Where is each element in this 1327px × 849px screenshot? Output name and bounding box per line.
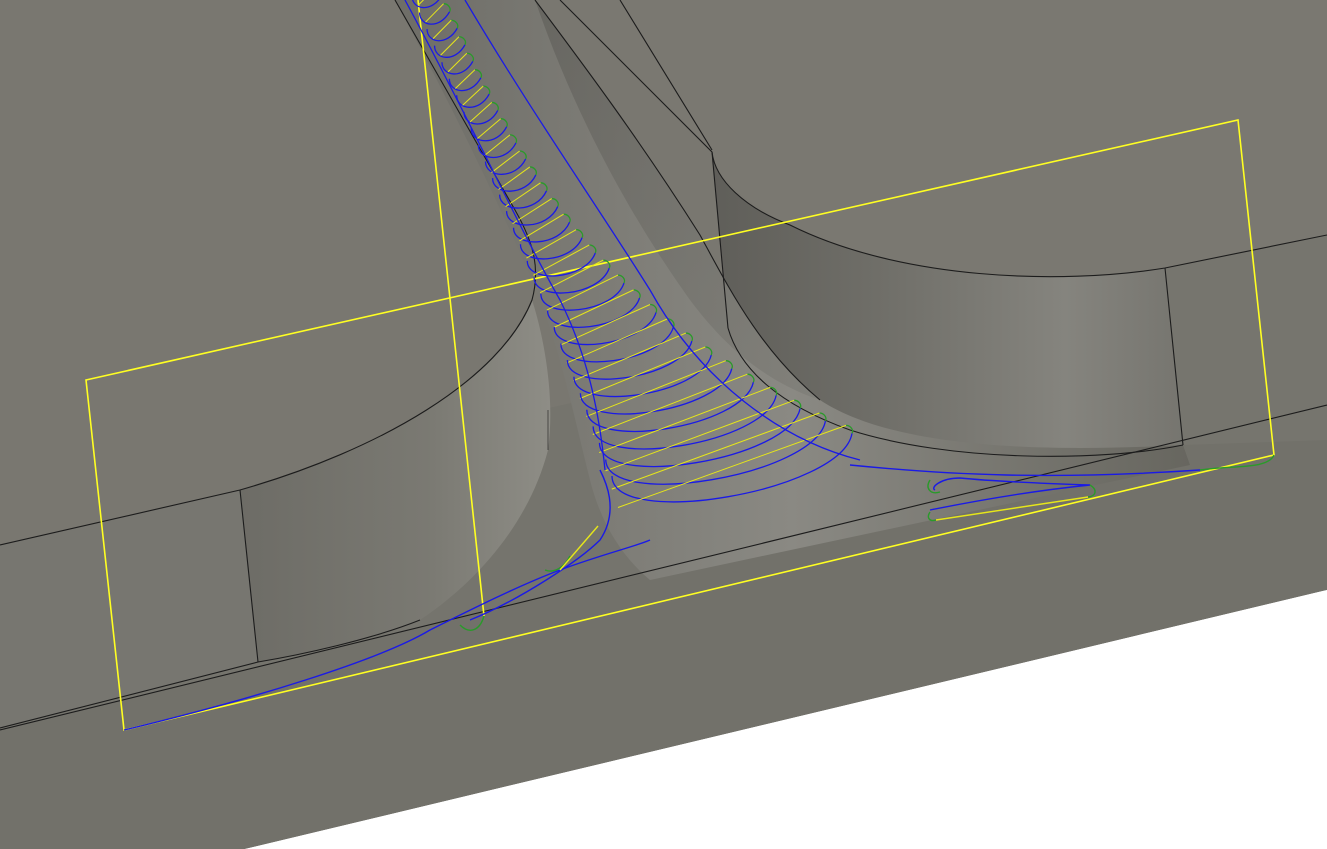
cad-viewport[interactable] [0, 0, 1327, 849]
right-boss-side[interactable] [1165, 235, 1327, 445]
model-body[interactable] [0, 0, 1327, 849]
